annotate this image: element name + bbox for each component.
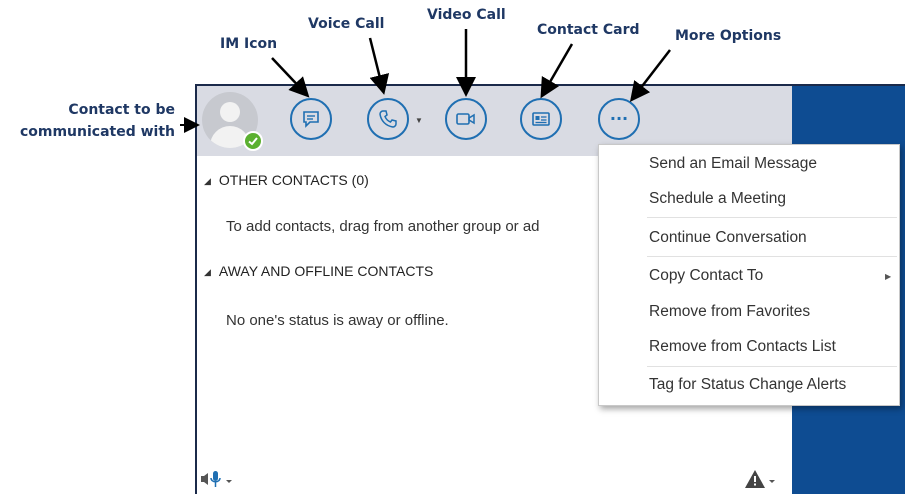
more-options-icon: ··· — [609, 109, 629, 128]
menu-item-send-email[interactable]: Send an Email Message — [649, 155, 817, 173]
group-message: To add contacts, drag from another group… — [226, 218, 540, 235]
callout-more-options: More Options — [675, 28, 782, 44]
group-message: No one's status is away or offline. — [226, 312, 449, 329]
contact-card-button[interactable] — [520, 98, 562, 140]
audio-device-icon[interactable] — [200, 468, 238, 490]
menu-item-continue-conversation[interactable]: Continue Conversation — [649, 229, 807, 247]
more-options-button[interactable]: ··· — [598, 98, 640, 140]
callout-im-icon: IM Icon — [220, 36, 278, 52]
submenu-arrow-icon: ▶ — [885, 272, 892, 281]
phone-icon — [379, 110, 397, 128]
menu-item-schedule-meeting[interactable]: Schedule a Meeting — [649, 190, 786, 208]
contact-card-icon — [532, 112, 550, 126]
menu-separator — [647, 256, 897, 257]
callout-contact-line1: Contact to be — [68, 102, 175, 118]
group-header-other-contacts[interactable]: ◢ OTHER CONTACTS (0) — [204, 172, 369, 188]
group-title: AWAY AND OFFLINE CONTACTS — [218, 263, 434, 279]
callout-video-call: Video Call — [427, 7, 506, 23]
callout-contact-card: Contact Card — [537, 22, 640, 38]
video-call-button[interactable] — [445, 98, 487, 140]
menu-item-remove-contacts-list[interactable]: Remove from Contacts List — [649, 338, 836, 356]
menu-item-remove-favorites[interactable]: Remove from Favorites — [649, 303, 810, 321]
voice-call-button[interactable] — [367, 98, 409, 140]
menu-item-tag-status-alerts[interactable]: Tag for Status Change Alerts — [649, 376, 846, 394]
callout-contact-line2: communicated with — [19, 124, 175, 140]
menu-separator — [647, 366, 897, 367]
callout-contact: Contact to be communicated with — [10, 99, 175, 143]
im-button[interactable] — [290, 98, 332, 140]
video-icon — [456, 113, 475, 125]
context-menu: Send an Email Message Schedule a Meeting… — [598, 144, 900, 406]
warning-icon[interactable] — [744, 468, 778, 490]
presence-available-icon — [243, 131, 263, 151]
collapse-triangle-icon: ◢ — [204, 267, 211, 277]
menu-item-copy-contact-to[interactable]: Copy Contact To — [649, 267, 763, 285]
collapse-triangle-icon: ◢ — [204, 176, 211, 186]
group-title: OTHER CONTACTS (0) — [218, 172, 369, 188]
im-icon — [303, 111, 319, 128]
voice-call-dropdown-icon[interactable]: ▼ — [415, 116, 423, 125]
group-header-away-offline[interactable]: ◢ AWAY AND OFFLINE CONTACTS — [204, 263, 433, 279]
callout-voice-call: Voice Call — [308, 16, 385, 32]
menu-separator — [647, 217, 897, 218]
